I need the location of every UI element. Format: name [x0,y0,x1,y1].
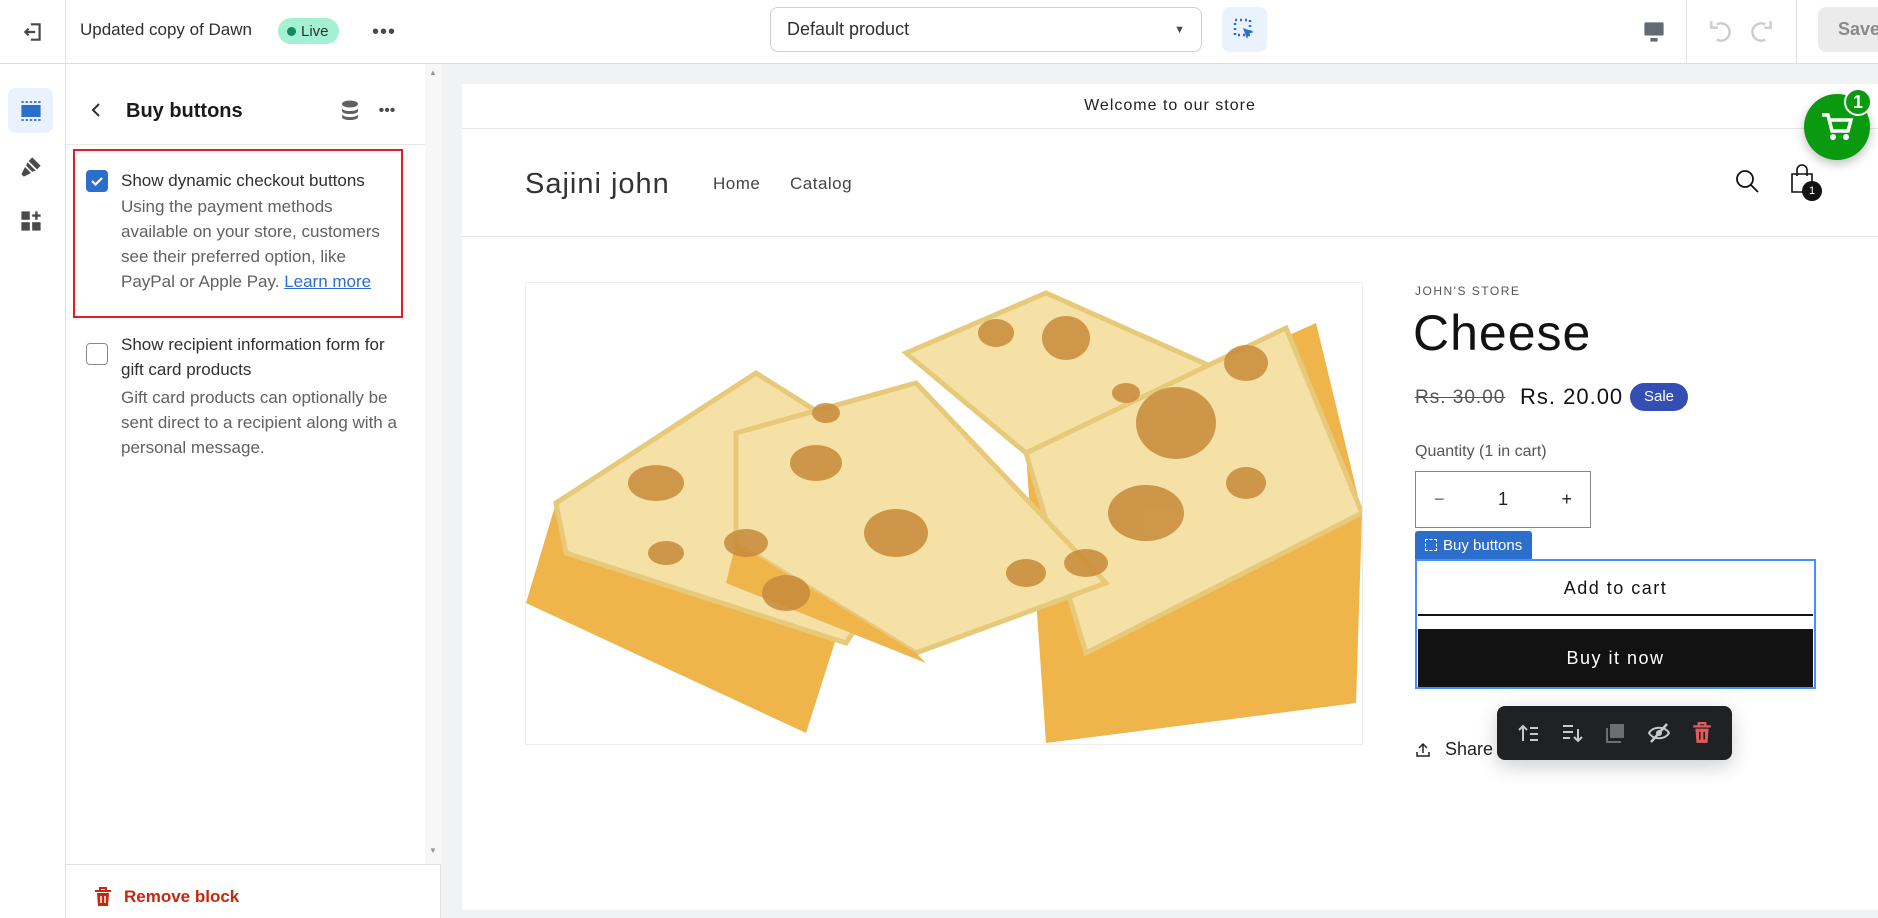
add-to-cart-button[interactable]: Add to cart [1418,562,1813,616]
template-select[interactable]: Default product ▼ [770,7,1202,52]
store-brand[interactable]: Sajini john [525,168,670,201]
status-badge: Live [278,18,339,44]
theme-settings-tab[interactable] [8,144,53,189]
share-button[interactable]: Share [1415,739,1493,760]
setting-label: Show dynamic checkout buttons [121,171,365,190]
block-tag: Buy buttons [1415,531,1533,559]
block-frame-icon [1425,539,1437,551]
device-preview-button[interactable] [1636,14,1672,50]
select-cursor-icon [1233,18,1254,39]
sale-price: Rs. 20.00 [1520,384,1624,409]
exit-button[interactable] [0,0,66,64]
move-up-icon[interactable] [1517,723,1540,743]
chevron-down-icon: ▼ [1174,23,1185,36]
quantity-label: Quantity (1 in cart) [1415,443,1547,460]
quantity-stepper[interactable]: − 1 + [1415,471,1591,528]
quantity-value[interactable]: 1 [1498,489,1508,510]
trash-icon [95,887,111,906]
learn-more-link[interactable]: Learn more [284,272,371,291]
product-image[interactable] [525,282,1366,745]
exit-icon [23,23,41,41]
back-button[interactable] [84,98,108,122]
status-badge-label: Live [301,22,329,40]
setting-description: Gift card products can optionally be sen… [121,388,397,457]
block-settings-panel: Buy buttons ••• Show dynamic checkout bu… [66,64,441,918]
sections-icon [20,100,41,121]
top-bar: Updated copy of Dawn Live ••• Default pr… [0,0,1878,64]
template-select-value: Default product [787,19,910,39]
save-button[interactable]: Save [1818,7,1878,52]
undo-button[interactable] [1702,14,1738,50]
delete-icon[interactable] [1692,722,1712,744]
nav-home[interactable]: Home [713,174,760,194]
cart-button[interactable]: 1 [1789,164,1823,201]
chevron-left-icon [91,103,100,117]
search-icon [1736,170,1759,193]
remove-block-button[interactable]: Remove block [94,887,239,907]
panel-scrollbar[interactable]: ▲ ▼ [425,64,441,864]
floating-cart-count: 1 [1844,88,1872,116]
desktop-icon [1644,22,1664,42]
nav-catalog[interactable]: Catalog [790,174,852,194]
gift-card-recipient-checkbox[interactable] [86,343,108,365]
search-button[interactable] [1732,166,1762,196]
panel-title: Buy buttons [126,100,243,122]
hide-icon[interactable] [1647,722,1671,744]
announcement-bar: Welcome to our store [462,84,1878,129]
checkmark-icon [91,177,103,187]
block-tag-label: Buy buttons [1443,536,1523,554]
share-icon [1416,742,1430,757]
database-icon [342,100,358,120]
more-actions-button[interactable]: ••• [368,16,400,48]
product-title: Cheese [1413,305,1592,361]
sidebar-rail [0,64,66,918]
apps-add-icon [20,210,41,231]
cart-count-badge: 1 [1802,181,1822,201]
more-icon: ••• [371,20,396,43]
block-toolbar [1497,706,1732,760]
product-vendor: JOHN'S STORE [1415,284,1521,298]
duplicate-icon[interactable] [1604,722,1626,744]
inspector-button[interactable] [1222,7,1267,52]
sections-tab[interactable] [8,88,53,133]
redo-button[interactable] [1744,14,1780,50]
paintbrush-icon [20,156,41,177]
more-icon: ••• [378,102,396,119]
panel-more-button[interactable]: ••• [372,97,402,125]
move-down-icon[interactable] [1561,723,1583,743]
live-dot-icon [287,26,296,36]
redo-icon [1751,21,1772,42]
app-embeds-tab[interactable] [8,198,53,243]
increase-quantity-button[interactable]: + [1561,489,1572,510]
compare-price: Rs. 30.00 [1415,387,1506,408]
dynamic-source-button[interactable] [336,97,364,125]
shopping-cart-icon [1822,113,1854,140]
setting-label: Show recipient information form for gift… [121,335,385,379]
remove-block-label: Remove block [124,887,240,906]
decrease-quantity-button[interactable]: − [1434,489,1445,510]
share-label: Share [1445,739,1494,759]
dynamic-checkout-checkbox[interactable] [86,170,108,192]
store-preview: Welcome to our store Sajini john Home Ca… [462,84,1878,910]
cheese-image [526,290,1366,743]
theme-name: Updated copy of Dawn [80,20,252,39]
sale-badge: Sale [1630,383,1689,411]
undo-icon [1710,21,1731,42]
buy-it-now-button[interactable]: Buy it now [1418,629,1813,687]
